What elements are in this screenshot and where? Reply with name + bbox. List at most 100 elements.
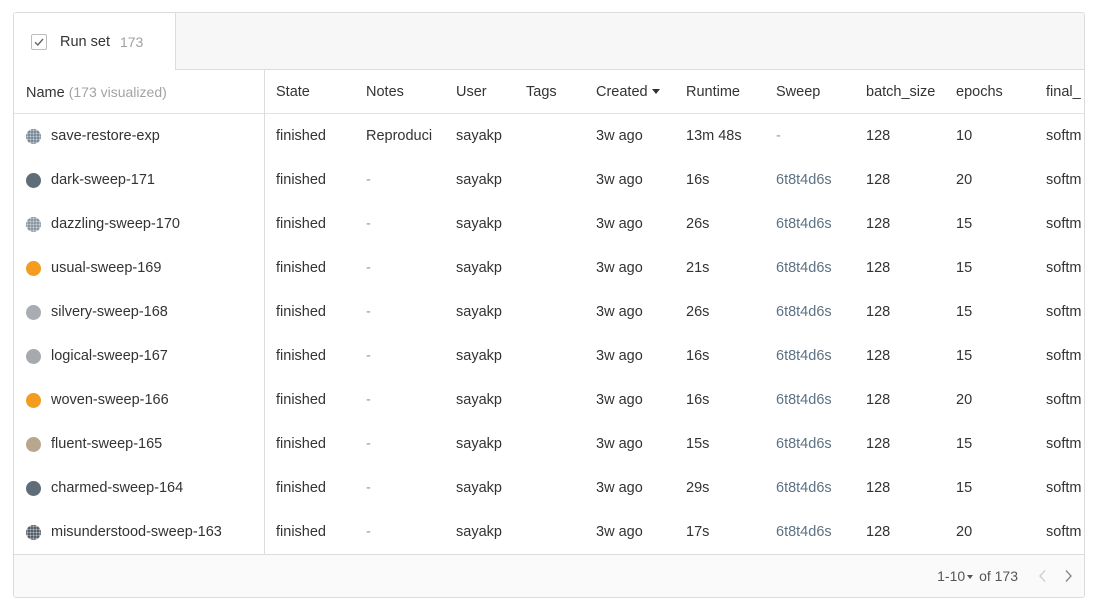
runs-table: Name (173 visualized) State Notes User T…	[14, 70, 1084, 554]
cell-notes: -	[366, 436, 371, 452]
cell-created: 3w ago	[596, 172, 643, 188]
column-header-notes[interactable]: Notes	[366, 70, 451, 114]
run-name-link[interactable]: dark-sweep-171	[51, 158, 261, 202]
check-icon	[34, 38, 44, 46]
run-color-dot[interactable]	[26, 437, 41, 452]
run-name-link[interactable]: logical-sweep-167	[51, 334, 261, 378]
cell-state: finished	[276, 128, 326, 144]
cell-batch-size: 128	[866, 392, 891, 408]
table-row[interactable]: save-restore-exp finished Reproduci sayakp 3…	[14, 114, 1084, 158]
cell-runtime: 17s	[686, 524, 710, 540]
column-header-final[interactable]: final_	[1046, 70, 1084, 114]
column-header-user[interactable]: User	[456, 70, 521, 114]
sweep-link[interactable]: 6t8t4d6s	[776, 422, 861, 466]
cell-batch-size: 128	[866, 436, 891, 452]
cell-batch-size: 128	[866, 260, 891, 276]
column-header-state[interactable]: State	[276, 70, 361, 114]
column-header-epochs[interactable]: epochs	[956, 70, 1041, 114]
sweep-link[interactable]: 6t8t4d6s	[776, 202, 861, 246]
cell-epochs: 15	[956, 480, 973, 496]
table-row[interactable]: silvery-sweep-168 finished - sayakp 3w ago 26…	[14, 290, 1084, 334]
table-row[interactable]: woven-sweep-166 finished - sayakp 3w ago 16s 6…	[14, 378, 1084, 422]
run-color-dot[interactable]	[26, 349, 41, 364]
next-page-button[interactable]	[1060, 568, 1076, 584]
cell-epochs: 20	[956, 172, 973, 188]
cell-notes: -	[366, 480, 371, 496]
column-created-label: Created	[596, 84, 648, 100]
run-name-link[interactable]: save-restore-exp	[51, 114, 261, 158]
page-size-select[interactable]: 1-10	[937, 568, 975, 584]
cell-user: sayakp	[456, 480, 502, 496]
column-header-batch-size[interactable]: batch_size	[866, 70, 951, 114]
cell-runtime: 26s	[686, 216, 710, 232]
cell-final: softm	[1046, 304, 1082, 320]
sweep-link[interactable]: 6t8t4d6s	[776, 378, 861, 422]
table-row[interactable]: usual-sweep-169 finished - sayakp 3w ago 21s 6…	[14, 246, 1084, 290]
table-row[interactable]: dark-sweep-171 finished - sayakp 3w ago 16s 6t…	[14, 158, 1084, 202]
table-row[interactable]: fluent-sweep-165 finished - sayakp 3w ago 15s…	[14, 422, 1084, 466]
table-row[interactable]: charmed-sweep-164 finished - sayakp 3w ago 29…	[14, 466, 1084, 510]
run-set-panel: Run set 173 Name (173 visualized) State …	[13, 12, 1085, 598]
column-header-name[interactable]: Name (173 visualized)	[26, 70, 258, 114]
run-name-link[interactable]: woven-sweep-166	[51, 378, 261, 422]
cell-state: finished	[276, 260, 326, 276]
run-color-dot[interactable]	[26, 305, 41, 320]
run-name-link[interactable]: misunderstood-sweep-163	[51, 510, 261, 554]
prev-page-button[interactable]	[1034, 568, 1050, 584]
cell-tags	[526, 114, 591, 158]
chevron-right-icon	[1064, 570, 1072, 582]
run-set-checkbox[interactable]	[31, 33, 47, 50]
cell-notes: -	[366, 392, 371, 408]
run-color-dot[interactable]	[26, 217, 41, 232]
table-row[interactable]: logical-sweep-167 finished - sayakp 3w ago 16…	[14, 334, 1084, 378]
sweep-link[interactable]: 6t8t4d6s	[776, 290, 861, 334]
cell-final: softm	[1046, 128, 1082, 144]
cell-notes: Reproduci	[366, 128, 433, 144]
run-color-dot[interactable]	[26, 129, 41, 144]
tab-run-set[interactable]: Run set 173	[14, 13, 176, 70]
cell-runtime: 15s	[686, 436, 710, 452]
cell-epochs: 15	[956, 304, 973, 320]
run-name-link[interactable]: charmed-sweep-164	[51, 466, 261, 510]
run-color-dot[interactable]	[26, 173, 41, 188]
cell-user: sayakp	[456, 216, 502, 232]
column-name-label: Name	[26, 85, 65, 101]
sweep-link[interactable]: 6t8t4d6s	[776, 466, 861, 510]
run-name-link[interactable]: usual-sweep-169	[51, 246, 261, 290]
run-name-link[interactable]: fluent-sweep-165	[51, 422, 261, 466]
table-row[interactable]: dazzling-sweep-170 finished - sayakp 3w ago 2…	[14, 202, 1084, 246]
sweep-link[interactable]: 6t8t4d6s	[776, 334, 861, 378]
cell-final: softm	[1046, 392, 1082, 408]
sweep-link[interactable]: 6t8t4d6s	[776, 158, 861, 202]
sweep-link[interactable]: 6t8t4d6s	[776, 510, 861, 554]
cell-final: softm	[1046, 348, 1082, 364]
cell-notes: -	[366, 260, 371, 276]
chevron-left-icon	[1038, 570, 1046, 582]
run-color-dot[interactable]	[26, 393, 41, 408]
run-color-dot[interactable]	[26, 261, 41, 276]
cell-user: sayakp	[456, 436, 502, 452]
run-name-link[interactable]: silvery-sweep-168	[51, 290, 261, 334]
run-color-dot[interactable]	[26, 481, 41, 496]
cell-tags	[526, 158, 591, 202]
cell-tags	[526, 510, 591, 554]
sweep-link[interactable]: 6t8t4d6s	[776, 246, 861, 290]
run-color-dot[interactable]	[26, 525, 41, 540]
run-name-link[interactable]: dazzling-sweep-170	[51, 202, 261, 246]
tab-bar: Run set 173	[14, 13, 1084, 70]
column-header-created[interactable]: Created	[596, 70, 681, 114]
column-header-runtime[interactable]: Runtime	[686, 70, 771, 114]
cell-epochs: 15	[956, 260, 973, 276]
column-header-sweep[interactable]: Sweep	[776, 70, 861, 114]
visualized-count: (173 visualized)	[68, 84, 167, 100]
cell-tags	[526, 378, 591, 422]
cell-tags	[526, 202, 591, 246]
cell-user: sayakp	[456, 172, 502, 188]
column-header-tags[interactable]: Tags	[526, 70, 591, 114]
cell-user: sayakp	[456, 392, 502, 408]
cell-created: 3w ago	[596, 480, 643, 496]
cell-batch-size: 128	[866, 172, 891, 188]
table-row[interactable]: misunderstood-sweep-163 finished - sayakp 3w…	[14, 510, 1084, 554]
cell-runtime: 13m 48s	[686, 128, 742, 144]
cell-created: 3w ago	[596, 216, 643, 232]
